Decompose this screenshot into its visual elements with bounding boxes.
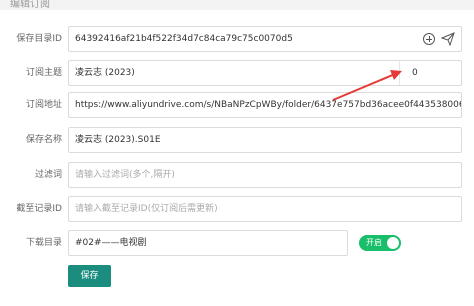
subscription-url-label: 订阅地址 bbox=[25, 100, 62, 110]
filter-words-label: 过滤词 bbox=[34, 170, 62, 180]
topic-count-value: 0 bbox=[412, 68, 418, 78]
subscription-url-value: https://www.aliyundrive.com/s/NBaNPzCpWB… bbox=[75, 100, 462, 110]
subscription-url-field[interactable]: https://www.aliyundrive.com/s/NBaNPzCpWB… bbox=[68, 92, 462, 118]
save-name-label: 保存名称 bbox=[25, 135, 62, 145]
save-name-value: 凌云志 (2023).S01E bbox=[75, 135, 161, 145]
filter-words-field[interactable]: 请输入过滤词(多个,隔开) bbox=[68, 162, 462, 188]
toggle-knob bbox=[387, 237, 399, 249]
download-dir-field[interactable]: #02#——电视剧 bbox=[68, 230, 348, 256]
cutoff-record-id-placeholder: 请输入截至记录ID(仅订阅后需更新) bbox=[75, 204, 218, 214]
save-name-field[interactable]: 凌云志 (2023).S01E bbox=[68, 127, 462, 153]
subscription-topic-value: 凌云志 (2023) bbox=[75, 68, 135, 78]
save-dir-id-field[interactable]: 64392416af21b4f522f34d7c84ca79c75c0070d5 bbox=[68, 26, 462, 52]
dialog-title-bar: 编辑订阅 bbox=[0, 0, 474, 10]
cutoff-record-id-field[interactable]: 请输入截至记录ID(仅订阅后需更新) bbox=[68, 196, 462, 222]
download-dir-label: 下载目录 bbox=[25, 238, 62, 248]
save-dir-id-label: 保存目录ID bbox=[16, 34, 62, 44]
dialog-title: 编辑订阅 bbox=[10, 0, 50, 10]
enable-toggle[interactable]: 开启 bbox=[359, 235, 401, 251]
subscription-topic-label: 订阅主题 bbox=[25, 68, 62, 78]
save-button[interactable]: 保存 bbox=[68, 265, 111, 287]
save-dir-id-value: 64392416af21b4f522f34d7c84ca79c75c0070d5 bbox=[75, 34, 293, 44]
filter-words-placeholder: 请输入过滤词(多个,隔开) bbox=[75, 170, 175, 180]
subscription-topic-field[interactable]: 凌云志 (2023) 0 bbox=[68, 60, 462, 86]
plus-circle-icon[interactable] bbox=[423, 33, 435, 45]
send-icon[interactable] bbox=[441, 32, 455, 46]
download-dir-value: #02#——电视剧 bbox=[75, 238, 147, 248]
topic-count-field[interactable]: 0 bbox=[399, 61, 460, 85]
toggle-label: 开启 bbox=[366, 238, 382, 247]
cutoff-record-id-label: 截至记录ID bbox=[16, 204, 62, 214]
